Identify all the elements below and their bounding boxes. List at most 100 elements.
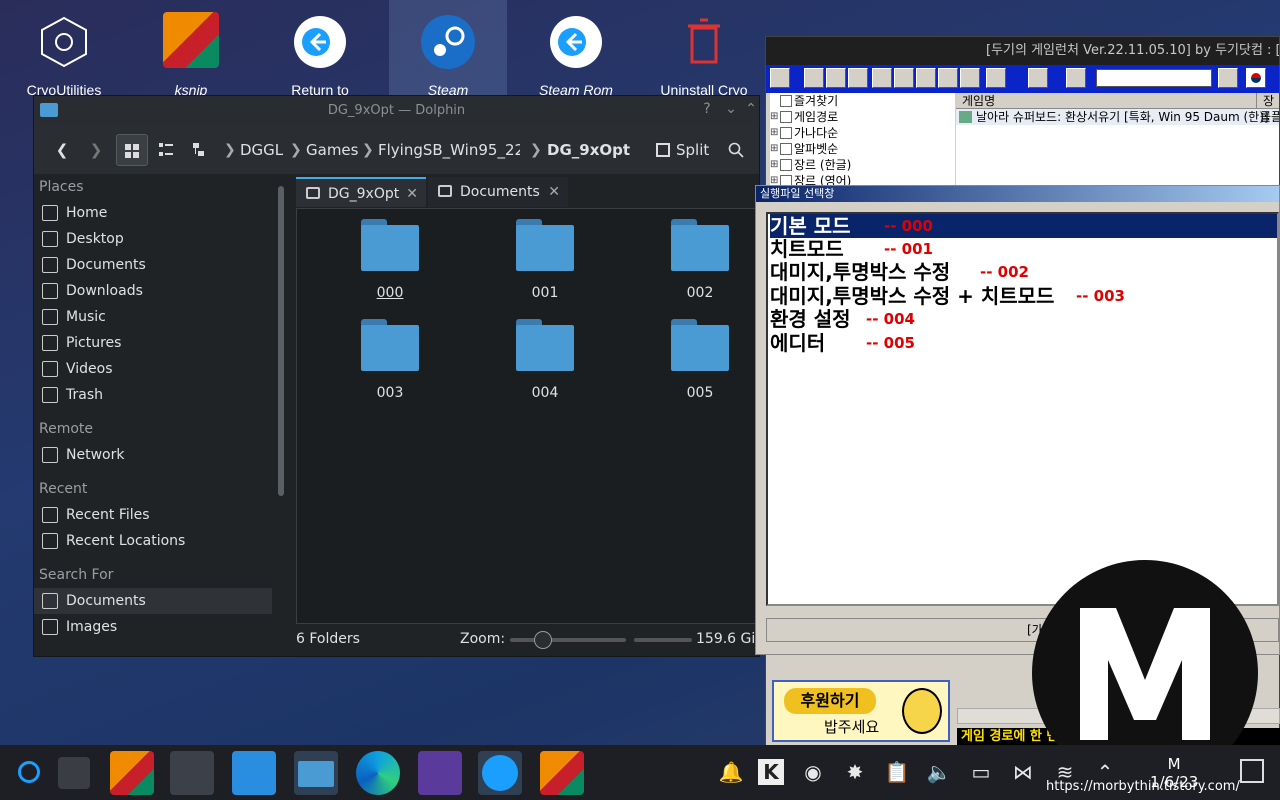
- game-row[interactable]: 날아라 슈퍼보드: 환상서유기 [특화, Win 95 Daum (한)] 롤플: [956, 109, 1279, 125]
- toolbar-button[interactable]: [916, 68, 936, 88]
- places-item-documents[interactable]: Documents: [34, 252, 272, 278]
- discover-taskbar-icon[interactable]: [232, 751, 276, 795]
- close-tab-icon[interactable]: ✕: [548, 177, 560, 207]
- folder-item[interactable]: 001: [505, 219, 585, 309]
- desktop-icon-uninstall-cryoutilities[interactable]: Uninstall Cryo: [645, 0, 763, 98]
- donate-banner[interactable]: 후원하기 밥주세요: [772, 680, 950, 742]
- binocular-search-button[interactable]: [1218, 68, 1238, 88]
- exe-option[interactable]: 기본 모드 -- 000: [770, 214, 1277, 238]
- places-item-home[interactable]: Home: [34, 200, 272, 226]
- folder-item[interactable]: 002: [660, 219, 740, 309]
- zoom-slider-handle[interactable]: [534, 631, 552, 649]
- places-item-desktop[interactable]: Desktop: [34, 226, 272, 252]
- settings-taskbar-icon[interactable]: [170, 751, 214, 795]
- app-launcher-icon[interactable]: [18, 761, 40, 783]
- split-button[interactable]: Split: [656, 134, 709, 166]
- places-item-recent-locations[interactable]: Recent Locations: [34, 528, 272, 554]
- tree-expand-icon[interactable]: ⊞: [770, 157, 778, 173]
- folder-item[interactable]: 000: [350, 219, 430, 309]
- toolbar-button[interactable]: [960, 68, 980, 88]
- places-item-downloads[interactable]: Downloads: [34, 278, 272, 304]
- edge-taskbar-icon[interactable]: [356, 751, 400, 795]
- tree-checkbox[interactable]: [780, 159, 792, 171]
- folder-item[interactable]: 005: [660, 319, 740, 409]
- clipboard-icon[interactable]: 📋: [884, 759, 910, 785]
- places-item-music[interactable]: Music: [34, 304, 272, 330]
- desktop-icon-return-to-gaming-mode[interactable]: Return to: [261, 0, 379, 98]
- ksnip-open-taskbar-icon[interactable]: [540, 751, 584, 795]
- toolbar-button[interactable]: [826, 68, 846, 88]
- places-item-recent-files[interactable]: Recent Files: [34, 502, 272, 528]
- tree-checkbox[interactable]: [780, 143, 792, 155]
- toolbar-button[interactable]: [872, 68, 892, 88]
- places-item-network[interactable]: Network: [34, 442, 272, 468]
- toolbar-button[interactable]: [1028, 68, 1048, 88]
- network-graph-icon[interactable]: ✸: [842, 759, 868, 785]
- places-item-trash[interactable]: Trash: [34, 382, 272, 408]
- korean-flag-icon[interactable]: [1246, 68, 1266, 88]
- close-tab-icon[interactable]: ✕: [406, 179, 418, 209]
- back-button[interactable]: ❮: [46, 134, 78, 166]
- desktop-icon-steam-rom-manager[interactable]: Steam Rom: [517, 0, 635, 98]
- tree-item[interactable]: ⊞ 가나다순: [770, 125, 955, 141]
- forward-button[interactable]: ❯: [80, 134, 112, 166]
- desktop-icon-cryoutilities[interactable]: CryoUtilities: [5, 0, 123, 98]
- places-item-documents[interactable]: Documents: [34, 588, 272, 614]
- steam-taskbar-icon[interactable]: [478, 751, 522, 795]
- dolphin-taskbar-icon[interactable]: [294, 751, 338, 795]
- exe-option[interactable]: 대미지,투명박스 수정 -- 002: [770, 260, 1029, 284]
- desktop-icon-ksnip[interactable]: ksnip: [132, 0, 250, 98]
- breadcrumb-item[interactable]: DGGL: [240, 134, 283, 166]
- network-app-taskbar-icon[interactable]: [418, 751, 462, 795]
- toolbar-button[interactable]: [938, 68, 958, 88]
- search-button[interactable]: [720, 134, 752, 166]
- tree-checkbox[interactable]: [780, 95, 792, 107]
- places-scrollbar[interactable]: [278, 186, 284, 496]
- zoom-slider[interactable]: [510, 631, 626, 649]
- exe-option[interactable]: 치트모드 -- 001: [770, 237, 933, 261]
- details-view-button[interactable]: [184, 134, 216, 166]
- folder-item[interactable]: 003: [350, 319, 430, 409]
- breadcrumb-item[interactable]: FlyingSB_Win95_2205: [378, 134, 520, 166]
- column-game-name[interactable]: 게임명: [962, 94, 995, 108]
- help-button[interactable]: ?: [698, 101, 716, 119]
- tree-item[interactable]: ⊞ 알파벳순: [770, 141, 955, 157]
- toolbar-button[interactable]: [848, 68, 868, 88]
- tree-expand-icon[interactable]: ⊞: [770, 141, 778, 157]
- icons-view-button[interactable]: [116, 134, 148, 166]
- desktop-icon-steam[interactable]: Steam: [389, 0, 507, 98]
- show-desktop-icon[interactable]: [1240, 759, 1264, 783]
- tab-documents[interactable]: Documents ✕: [428, 177, 568, 207]
- steam-tray-icon[interactable]: ◉: [800, 759, 826, 785]
- minimize-button[interactable]: ⌄: [722, 101, 740, 119]
- exe-option[interactable]: 대미지,투명박스 수정 + 치트모드 -- 003: [770, 284, 1125, 308]
- tab-dg9xopt[interactable]: DG_9xOpt ✕: [296, 177, 426, 207]
- tree-expand-icon[interactable]: ⊞: [770, 125, 778, 141]
- compact-view-button[interactable]: [150, 134, 182, 166]
- toolbar-button[interactable]: [770, 68, 790, 88]
- toolbar-button[interactable]: [986, 68, 1006, 88]
- breadcrumb-current[interactable]: DG_9xOpt: [547, 134, 630, 166]
- maximize-button[interactable]: ⌃: [742, 101, 760, 119]
- exe-option[interactable]: 환경 설정 -- 004: [770, 307, 915, 331]
- tree-checkbox[interactable]: [780, 127, 792, 139]
- toolbar-button[interactable]: [894, 68, 914, 88]
- places-item-images[interactable]: Images: [34, 614, 272, 640]
- tree-checkbox[interactable]: [780, 111, 792, 123]
- exe-option[interactable]: 에디터 -- 005: [770, 331, 915, 355]
- launcher-search-input[interactable]: [1096, 69, 1212, 87]
- places-item-pictures[interactable]: Pictures: [34, 330, 272, 356]
- bluetooth-icon[interactable]: ⋈: [1010, 759, 1036, 785]
- folder-item[interactable]: 004: [505, 319, 585, 409]
- tree-item[interactable]: ⊞ 게임경로: [770, 109, 955, 125]
- battery-icon[interactable]: ▭: [968, 759, 994, 785]
- kde-connect-icon[interactable]: K: [758, 759, 784, 785]
- tree-item[interactable]: ⊞ 장르 (한글): [770, 157, 955, 173]
- volume-icon[interactable]: 🔈: [926, 759, 952, 785]
- donate-button[interactable]: 후원하기: [784, 688, 876, 714]
- tree-expand-icon[interactable]: ⊞: [770, 109, 778, 125]
- places-item-videos[interactable]: Videos: [34, 356, 272, 382]
- toolbar-button[interactable]: [1066, 68, 1086, 88]
- breadcrumb-item[interactable]: Games: [306, 134, 358, 166]
- toolbar-button[interactable]: [804, 68, 824, 88]
